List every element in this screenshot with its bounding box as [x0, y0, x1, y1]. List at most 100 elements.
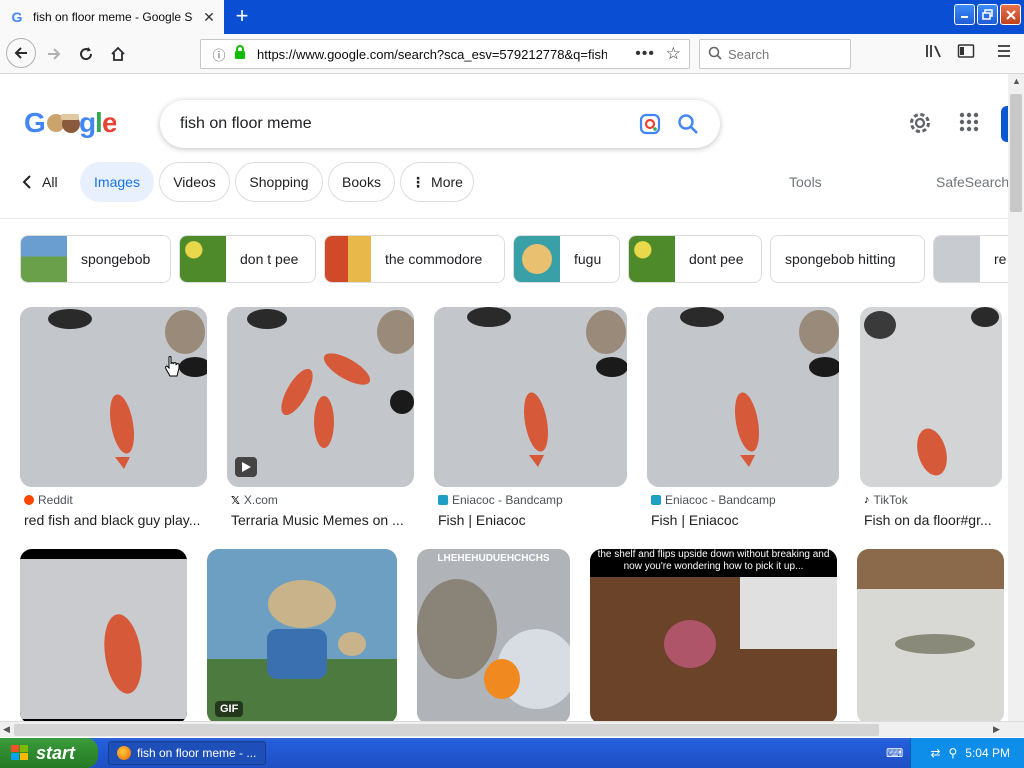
- browser-search-input[interactable]: [728, 46, 838, 62]
- tab-shopping-label: Shopping: [249, 174, 309, 190]
- result-image[interactable]: [590, 549, 837, 722]
- result-image[interactable]: [857, 549, 1004, 722]
- result-image[interactable]: [207, 549, 397, 722]
- image-result[interactable]: LHEHEHUDUEHCHCHS: [417, 549, 571, 722]
- google-lens-icon[interactable]: [638, 112, 662, 141]
- image-result[interactable]: Eniacoc - Bandcamp Fish | Eniacoc: [647, 307, 840, 528]
- back-arrow-icon: [14, 47, 27, 59]
- result-title[interactable]: Fish | Eniacoc: [438, 512, 628, 528]
- related-chip-the-commodore[interactable]: the commodore: [324, 235, 505, 283]
- result-title[interactable]: Fish on da floor#gr...: [864, 512, 1004, 528]
- result-image[interactable]: [860, 307, 1002, 487]
- safesearch-button[interactable]: SafeSearch: [936, 174, 1009, 190]
- related-chip-label: the commodore: [385, 251, 483, 267]
- result-image[interactable]: [434, 307, 627, 487]
- result-image[interactable]: [227, 307, 414, 487]
- image-result[interactable]: [857, 549, 1005, 722]
- forward-button[interactable]: [40, 40, 68, 68]
- back-button[interactable]: [6, 38, 36, 68]
- network-icon[interactable]: ⇄: [930, 746, 940, 760]
- windows-taskbar: start fish on floor meme - ... ⌨ ⇄ ⚲ 5:0…: [0, 738, 1024, 768]
- taskbar-item-firefox[interactable]: fish on floor meme - ...: [108, 741, 266, 765]
- keyboard-icon[interactable]: ⌨: [886, 746, 903, 760]
- related-chip-dont-pee-2[interactable]: dont pee: [628, 235, 762, 283]
- minimize-button[interactable]: [954, 4, 975, 25]
- result-image[interactable]: [20, 549, 187, 722]
- result-title[interactable]: Fish | Eniacoc: [651, 512, 840, 528]
- result-image[interactable]: [417, 549, 570, 722]
- bandcamp-icon: [651, 495, 661, 505]
- related-chip-fugu[interactable]: fugu: [513, 235, 620, 283]
- address-bar[interactable]: ⓘ https://www.google.com/search?sca_esv=…: [200, 39, 690, 69]
- image-result[interactable]: [20, 549, 188, 722]
- image-result[interactable]: Reddit red fish and black guy play...: [20, 307, 208, 528]
- start-button[interactable]: start: [0, 738, 98, 768]
- clock: 5:04 PM: [965, 746, 1010, 760]
- browser-search-box[interactable]: [699, 39, 851, 69]
- tab-close-icon[interactable]: ✕: [201, 9, 217, 26]
- related-chip-label: fugu: [574, 251, 602, 267]
- related-chip-partial[interactable]: re: [933, 235, 1010, 283]
- result-title[interactable]: Terraria Music Memes on ...: [231, 512, 415, 528]
- tiktok-icon: ♪: [864, 494, 870, 506]
- tab-videos[interactable]: Videos: [159, 162, 230, 202]
- image-result[interactable]: ♪ TikTok Fish on da floor#gr...: [860, 307, 1004, 528]
- forward-arrow-icon: [48, 48, 61, 60]
- image-result[interactable]: the shelf and flips upside down without …: [590, 549, 838, 722]
- library-icon[interactable]: [925, 43, 943, 64]
- home-button[interactable]: [104, 40, 132, 68]
- related-chip-dont-pee[interactable]: don t pee: [179, 235, 316, 283]
- related-chip-spongebob-hitting[interactable]: spongebob hitting: [770, 235, 925, 283]
- system-tray: ⇄ ⚲ 5:04 PM: [910, 738, 1024, 768]
- scroll-up-icon[interactable]: ▲: [1012, 76, 1021, 86]
- vertical-scrollbar[interactable]: ▲: [1008, 74, 1024, 722]
- related-thumbnail: [325, 236, 371, 282]
- url-text[interactable]: https://www.google.com/search?sca_esv=57…: [257, 47, 607, 62]
- related-chip-spongebob[interactable]: spongebob: [20, 235, 171, 283]
- bookmark-star-icon[interactable]: ☆: [666, 44, 681, 64]
- result-image[interactable]: [20, 307, 207, 487]
- tools-button[interactable]: Tools: [789, 174, 822, 190]
- search-query[interactable]: fish on floor meme: [180, 115, 312, 133]
- horizontal-scrollbar[interactable]: ◀ ▶: [0, 721, 1024, 737]
- hamburger-menu-icon[interactable]: [996, 43, 1012, 64]
- image-result[interactable]: 𝕏 X.com Terraria Music Memes on ...: [227, 307, 415, 528]
- google-apps-icon[interactable]: [959, 112, 979, 137]
- tab-videos-label: Videos: [173, 174, 216, 190]
- vertical-scroll-thumb[interactable]: [1010, 94, 1022, 212]
- tab-shopping[interactable]: Shopping: [235, 162, 323, 202]
- google-favicon-icon: G: [11, 9, 23, 25]
- google-doodle-logo[interactable]: G g l e: [24, 106, 118, 147]
- tab-images[interactable]: Images: [80, 162, 154, 202]
- browser-tab[interactable]: G fish on floor meme - Google Search ✕: [0, 0, 224, 34]
- scroll-right-icon[interactable]: ▶: [993, 724, 1000, 735]
- google-search-icon[interactable]: [676, 112, 700, 141]
- page-actions-icon[interactable]: •••: [635, 45, 655, 63]
- close-window-button[interactable]: [1000, 4, 1021, 25]
- search-tray-icon[interactable]: ⚲: [949, 746, 958, 760]
- image-result[interactable]: Eniacoc - Bandcamp Fish | Eniacoc: [434, 307, 628, 528]
- tab-title: fish on floor meme - Google Search: [33, 10, 193, 24]
- reload-button[interactable]: [72, 40, 100, 68]
- result-image[interactable]: [647, 307, 839, 487]
- result-source: Reddit: [24, 493, 73, 507]
- search-type-tabs: All Images Videos Shopping Books ⋮ More …: [0, 162, 1010, 204]
- restore-button[interactable]: [977, 4, 998, 25]
- result-source: Eniacoc - Bandcamp: [651, 493, 776, 507]
- google-search-box[interactable]: fish on floor meme: [160, 100, 720, 148]
- horizontal-scroll-thumb[interactable]: [14, 724, 879, 736]
- result-title[interactable]: red fish and black guy play...: [24, 512, 208, 528]
- settings-gear-icon[interactable]: [907, 110, 933, 141]
- tab-all[interactable]: All: [22, 174, 58, 190]
- sidebar-icon[interactable]: [957, 43, 975, 64]
- image-result[interactable]: GIF: [207, 549, 398, 722]
- tab-more-label: More: [431, 174, 463, 190]
- new-tab-button[interactable]: +: [230, 4, 254, 28]
- tab-more[interactable]: ⋮ More: [400, 162, 474, 202]
- site-info-icon[interactable]: ⓘ: [209, 45, 229, 64]
- scroll-left-icon[interactable]: ◀: [3, 724, 10, 735]
- x-icon: 𝕏: [231, 494, 240, 507]
- related-chip-label: re: [994, 251, 1007, 267]
- browser-toolbar: ⓘ https://www.google.com/search?sca_esv=…: [0, 34, 1024, 74]
- tab-books[interactable]: Books: [328, 162, 395, 202]
